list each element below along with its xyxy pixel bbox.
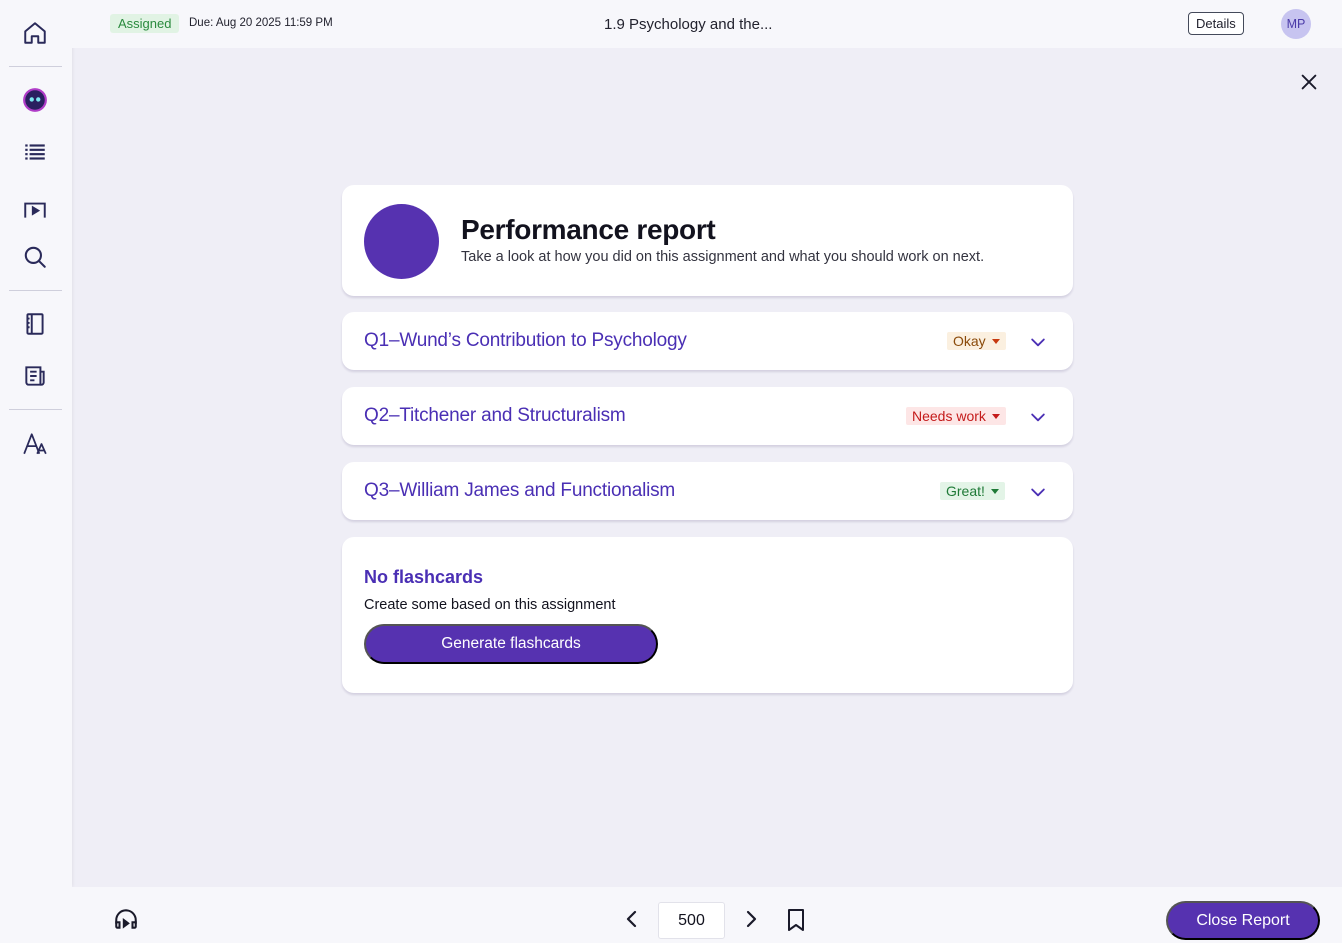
due-date: Due: Aug 20 2025 11:59 PM [189,17,333,29]
page-title: 1.9 Psychology and the... [604,16,773,33]
rating-badge[interactable]: Okay [947,332,1006,350]
status-badge: Assigned [110,14,180,33]
reading-icon[interactable] [14,355,56,397]
question-title: Q2–Titchener and Structuralism [364,405,626,426]
chevron-down-icon[interactable] [1028,332,1048,352]
flashcards-card: No flashcards Create some based on this … [342,537,1073,693]
rating-label: Needs work [912,408,986,424]
sidebar-divider [9,66,62,67]
report-title: Performance report [461,214,716,245]
chevron-right-icon[interactable] [739,907,763,931]
caret-down-icon [991,338,1000,344]
rating-label: Great! [946,483,985,499]
sidebar [0,0,72,887]
home-icon[interactable] [14,12,56,54]
performance-report-card: Performance report Take a look at how yo… [342,185,1073,296]
text-size-icon[interactable] [14,423,56,465]
generate-flashcards-button[interactable]: Generate flashcards [364,624,658,664]
chevron-down-icon[interactable] [1028,482,1048,502]
rating-badge[interactable]: Great! [940,482,1005,500]
ai-assistant-icon[interactable] [14,79,56,121]
list-icon[interactable] [14,131,56,173]
question-title: Q1–Wund’s Contribution to Psychology [364,330,687,351]
close-report-button[interactable]: Close Report [1166,901,1320,940]
question-title: Q3–William James and Functionalism [364,480,676,501]
details-button[interactable]: Details [1188,12,1244,35]
flashcards-subtitle: Create some based on this assignment [364,597,616,613]
sidebar-divider [9,290,62,291]
video-icon[interactable] [14,188,56,230]
report-score-circle [364,204,439,279]
caret-down-icon [990,488,999,494]
notebook-icon[interactable] [14,303,56,345]
top-bar: Assigned Due: Aug 20 2025 11:59 PM 1.9 P… [72,0,1342,48]
flashcards-title: No flashcards [364,567,484,587]
page-number-input[interactable]: 500 [658,902,725,939]
search-icon[interactable] [14,236,56,278]
chevron-left-icon[interactable] [620,907,644,931]
question-card-q3[interactable]: Q3–William James and Functionalism Great… [342,462,1073,520]
rating-badge[interactable]: Needs work [906,407,1006,425]
rating-label: Okay [953,333,986,349]
close-icon[interactable] [1296,69,1322,95]
caret-down-icon [991,413,1000,419]
headphones-icon[interactable] [113,906,139,932]
sidebar-divider [9,409,62,410]
bottom-bar: 500 Close Report [0,887,1342,943]
avatar[interactable]: MP [1281,9,1311,39]
chevron-down-icon[interactable] [1028,407,1048,427]
question-card-q2[interactable]: Q2–Titchener and Structuralism Needs wor… [342,387,1073,445]
report-subtitle: Take a look at how you did on this assig… [461,249,985,265]
bookmark-icon[interactable] [784,907,808,933]
question-card-q1[interactable]: Q1–Wund’s Contribution to Psychology Oka… [342,312,1073,370]
